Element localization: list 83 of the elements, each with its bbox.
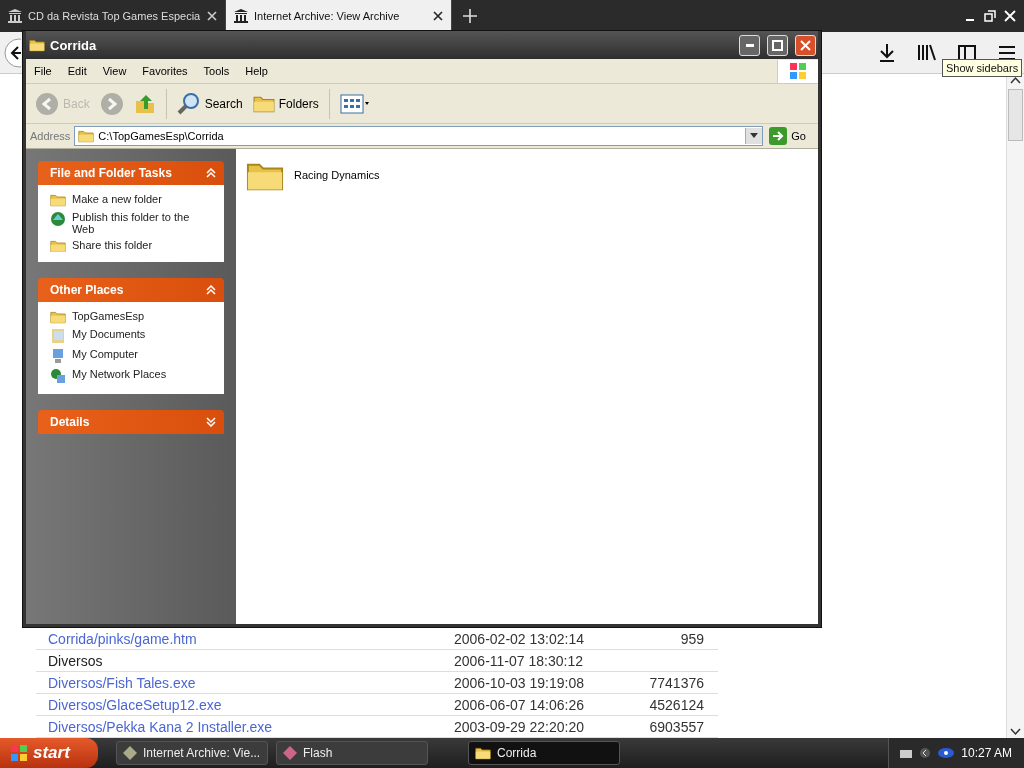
archive-icon bbox=[8, 9, 22, 23]
address-label: Address bbox=[30, 130, 71, 142]
task-link[interactable]: My Network Places bbox=[50, 367, 214, 384]
close-icon bbox=[800, 39, 811, 51]
task-link[interactable]: My Documents bbox=[50, 327, 214, 344]
app-icon bbox=[283, 746, 297, 760]
scrollbar-thumb[interactable] bbox=[1008, 89, 1023, 141]
archive-icon bbox=[234, 9, 248, 23]
menu-item[interactable]: Edit bbox=[59, 65, 95, 77]
views-icon bbox=[339, 93, 370, 114]
taskbar-button[interactable]: Internet Archive: Vie... bbox=[116, 741, 268, 765]
menu-item[interactable]: Favorites bbox=[134, 65, 196, 77]
collapse-icon[interactable] bbox=[206, 168, 216, 178]
maximize-button[interactable] bbox=[767, 34, 788, 56]
computer-icon bbox=[50, 347, 66, 364]
task-link[interactable]: Publish this folder to the Web bbox=[50, 210, 214, 235]
caret-icon bbox=[750, 133, 759, 139]
keyboard-icon[interactable] bbox=[899, 747, 914, 759]
date-cell-text: 2006-02-02 13:02:14 bbox=[454, 630, 585, 647]
file-link[interactable]: Corrida/pinks/game.htm bbox=[36, 630, 454, 647]
folder-icon bbox=[50, 193, 66, 207]
search-button[interactable]: Search bbox=[173, 87, 246, 120]
panel-header[interactable]: Other Places bbox=[38, 278, 224, 303]
close-button[interactable] bbox=[795, 34, 816, 56]
close-icon[interactable] bbox=[433, 11, 443, 21]
menu-item[interactable]: Tools bbox=[195, 65, 238, 77]
dropdown-button[interactable] bbox=[745, 128, 763, 144]
folders-button[interactable]: Folders bbox=[249, 87, 322, 120]
go-button[interactable]: Go bbox=[767, 127, 814, 145]
file-link[interactable]: Diversos/Pekka Kana 2 Installer.exe bbox=[36, 718, 454, 735]
size-cell-text: 7741376 bbox=[648, 674, 704, 691]
clock: 10:27 AM bbox=[961, 746, 1012, 760]
documents-icon bbox=[50, 327, 66, 344]
menu-item[interactable]: File bbox=[26, 65, 60, 77]
new-tab-icon[interactable] bbox=[462, 8, 478, 24]
collapse-icon[interactable] bbox=[206, 285, 216, 296]
start-button[interactable]: start bbox=[0, 738, 98, 768]
panel-header[interactable]: File and Folder Tasks bbox=[38, 161, 224, 185]
back-icon[interactable] bbox=[4, 37, 21, 68]
folder-up-icon bbox=[133, 92, 156, 115]
taskbar-button[interactable]: Flash bbox=[276, 741, 428, 765]
shared-folder-icon bbox=[50, 238, 66, 253]
task-link[interactable]: Make a new folder bbox=[50, 193, 214, 207]
app-icon bbox=[123, 746, 137, 760]
globe-icon bbox=[50, 210, 66, 227]
chevron-icon[interactable] bbox=[919, 746, 932, 760]
search-icon bbox=[176, 91, 201, 116]
tooltip: Show sidebars bbox=[942, 59, 1023, 77]
task-link[interactable]: Share this folder bbox=[50, 238, 214, 253]
maximize-icon bbox=[772, 39, 783, 51]
folder-name: Diversos bbox=[47, 652, 104, 669]
menu-item[interactable]: View bbox=[94, 65, 135, 77]
date-cell-text: 2003-09-29 22:20:20 bbox=[454, 718, 585, 735]
menu-item[interactable]: Help bbox=[237, 65, 276, 77]
file-link[interactable]: Diversos/Fish Tales.exe bbox=[36, 674, 454, 691]
folder-icon bbox=[29, 38, 45, 52]
address-field[interactable]: C:\TopGamesEsp\Corrida bbox=[74, 126, 764, 146]
minimize-button[interactable] bbox=[739, 34, 760, 56]
window-title: Corrida bbox=[50, 37, 98, 53]
restore-icon[interactable] bbox=[984, 10, 996, 22]
date-cell-text: 2006-06-07 14:06:26 bbox=[454, 696, 585, 713]
size-cell-text: 6903557 bbox=[648, 718, 704, 735]
panel-header[interactable]: Details bbox=[38, 409, 224, 434]
windows-logo-icon bbox=[10, 744, 28, 762]
folder-item[interactable]: Racing Dynamics bbox=[246, 159, 380, 192]
task-link[interactable]: TopGamesEsp bbox=[50, 310, 214, 324]
minimize-icon bbox=[745, 43, 754, 47]
windows-logo-icon bbox=[789, 62, 807, 80]
folder-icon bbox=[252, 94, 275, 113]
taskbar-button[interactable]: Corrida bbox=[468, 741, 620, 765]
folder-icon bbox=[78, 129, 95, 143]
eye-icon[interactable] bbox=[937, 746, 956, 760]
folder-icon bbox=[50, 310, 66, 324]
expand-icon[interactable] bbox=[206, 416, 216, 427]
file-link[interactable]: Diversos/GlaceSetup12.exe bbox=[36, 696, 454, 713]
size-cell-text: 959 bbox=[679, 630, 704, 647]
size-cell-text: 4526124 bbox=[648, 696, 704, 713]
date-cell-text: 2006-11-07 18:30:12 bbox=[454, 652, 584, 669]
network-icon bbox=[50, 367, 66, 384]
browser-tab[interactable]: Internet Archive: View Archive bbox=[226, 0, 452, 32]
task-link[interactable]: My Computer bbox=[50, 347, 214, 364]
date-cell-text: 2006-10-03 19:19:08 bbox=[454, 674, 585, 691]
folder-icon bbox=[475, 746, 491, 760]
